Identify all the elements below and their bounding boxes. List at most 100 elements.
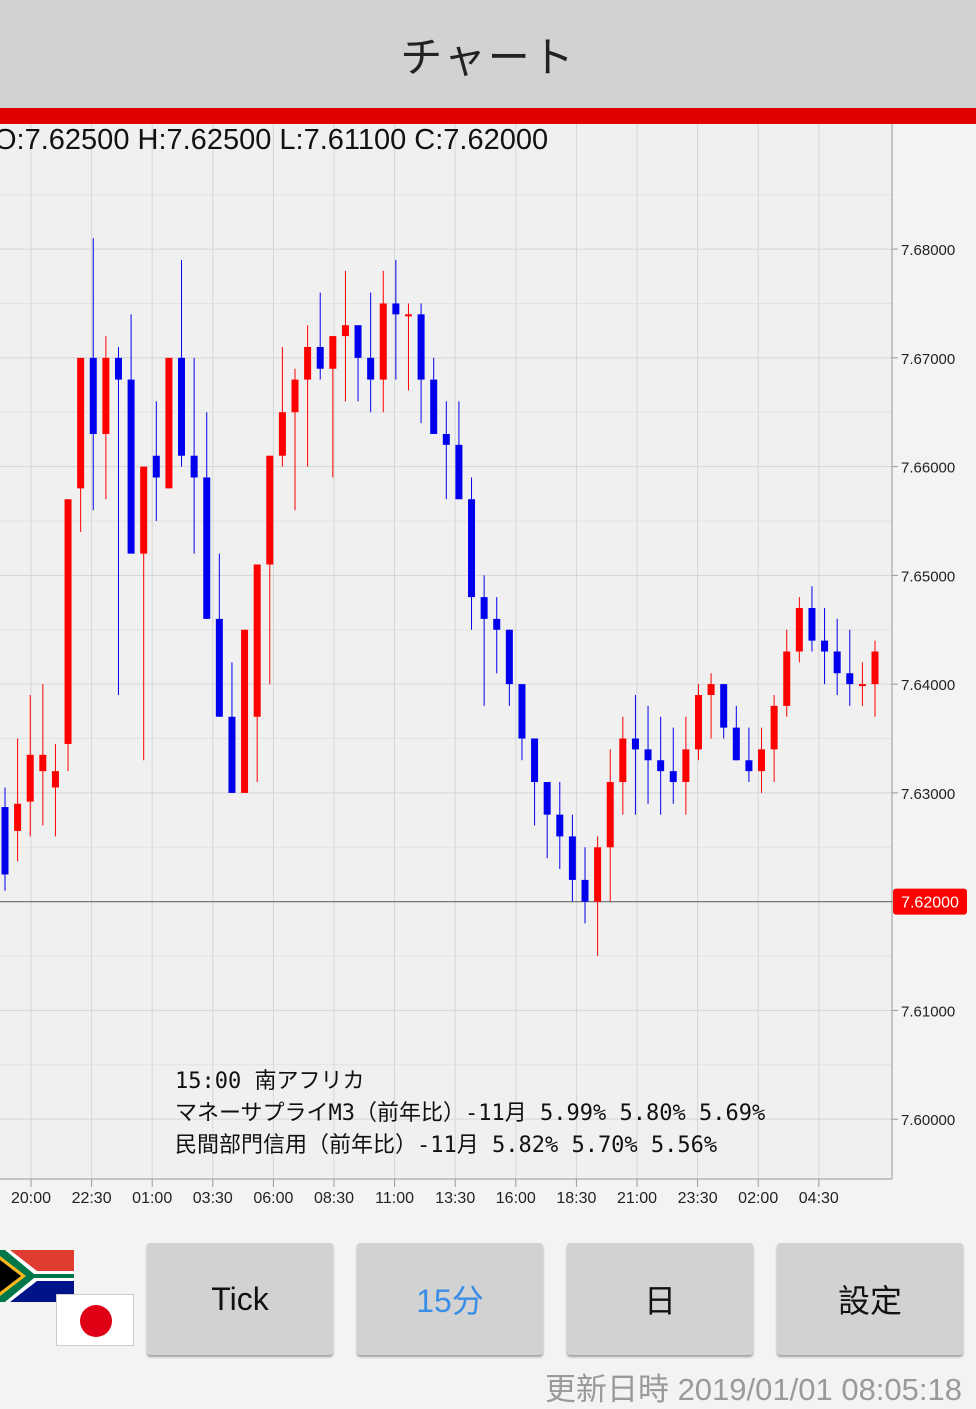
candle-body <box>404 314 412 317</box>
candle-body <box>127 379 135 554</box>
candle-body <box>379 303 387 380</box>
candle-body <box>102 357 110 434</box>
candle-body <box>531 738 539 783</box>
ohlc-readout: O:7.62500 H:7.62500 L:7.61100 C:7.62000 <box>0 124 549 156</box>
candle-body <box>1 807 9 875</box>
candle-body <box>77 357 85 489</box>
candle-body <box>480 597 488 619</box>
y-tick-label: 7.67000 <box>901 351 955 368</box>
candle-body <box>669 771 677 783</box>
candle-body <box>707 684 715 696</box>
y-tick-label: 7.68000 <box>901 242 955 259</box>
candle-body <box>732 727 740 761</box>
y-tick-label: 7.60000 <box>901 1112 955 1129</box>
candle-body <box>278 412 286 456</box>
15min-button[interactable]: 15分 <box>357 1243 543 1355</box>
candle-body <box>468 499 476 598</box>
candle-body <box>89 357 97 434</box>
candle-body <box>291 379 299 413</box>
x-tick-label: 20:00 <box>11 1190 51 1207</box>
candle-body <box>26 754 34 802</box>
candle-body <box>203 477 211 619</box>
x-tick-label: 11:00 <box>375 1190 414 1207</box>
candle-body <box>568 836 576 880</box>
candle-body <box>152 455 160 478</box>
candle-body <box>505 629 513 685</box>
candle-body <box>253 564 261 717</box>
candle-body <box>493 618 501 630</box>
page-title: チャート <box>400 32 576 82</box>
candle-body <box>631 738 639 750</box>
candle-body <box>114 357 122 380</box>
candle-body <box>581 879 589 902</box>
candle-body <box>266 455 274 565</box>
x-tick-label: 16:00 <box>496 1190 536 1207</box>
y-tick-label: 7.65000 <box>901 568 955 585</box>
last-updated: 更新日時 2019/01/01 08:05:18 <box>544 1372 962 1407</box>
candlestick-chart[interactable]: 7.60000 7.61000 7.63000 7.64000 7.65000 7.660… <box>0 124 976 1224</box>
candle-body <box>694 695 702 750</box>
candle-body <box>165 357 173 489</box>
candle-body <box>543 782 551 815</box>
chart-area[interactable]: 7.60000 7.61000 7.63000 7.64000 7.65000 7.660… <box>0 124 976 1224</box>
candle-body <box>770 705 778 750</box>
candle-body <box>594 847 602 902</box>
daily-button[interactable]: 日 <box>567 1243 753 1355</box>
candle-body <box>367 357 375 380</box>
x-tick-label: 01:00 <box>132 1190 172 1207</box>
candle-body <box>417 314 425 380</box>
candle-body <box>455 444 463 500</box>
y-tick-label: 7.61000 <box>901 1003 955 1020</box>
x-tick-label: 04:30 <box>799 1190 839 1207</box>
candle-body <box>190 455 198 478</box>
event-line-1: マネーサプライM3（前年比）-11月 5.99% 5.80% 5.69% <box>175 1101 766 1126</box>
candle-body <box>833 651 841 674</box>
candle-body <box>430 379 438 434</box>
header-bar: チャート <box>0 0 976 108</box>
candle-body <box>619 738 627 783</box>
y-tick-label: 7.63000 <box>901 786 955 803</box>
candle-body <box>657 760 665 772</box>
candle-body <box>178 357 186 456</box>
x-tick-label: 06:00 <box>253 1190 293 1207</box>
x-tick-label: 21:00 <box>617 1190 657 1207</box>
x-tick-label: 08:30 <box>314 1190 354 1207</box>
candle-body <box>241 629 249 793</box>
x-tick-label: 03:30 <box>193 1190 233 1207</box>
tick-button[interactable]: Tick <box>147 1243 333 1355</box>
candle-body <box>518 684 526 739</box>
candle-body <box>51 771 59 788</box>
candle-body <box>795 607 803 652</box>
candle-body <box>606 782 614 848</box>
candle-body <box>783 651 791 706</box>
candle-body <box>215 618 223 717</box>
x-tick-label: 02:00 <box>738 1190 778 1207</box>
candle-body <box>442 433 450 445</box>
candle-body <box>14 803 22 831</box>
candle-body <box>39 754 47 772</box>
event-line-2: 民間部門信用（前年比）-11月 5.82% 5.70% 5.56% <box>175 1133 718 1158</box>
candle-body <box>64 499 72 744</box>
candle-body <box>821 640 829 652</box>
x-tick-label: 22:30 <box>72 1190 112 1207</box>
candle-body <box>858 684 866 687</box>
candle-body <box>392 303 400 315</box>
candle-body <box>341 325 349 337</box>
candle-body <box>228 716 236 793</box>
japan-flag-icon <box>56 1294 134 1346</box>
candle-body <box>556 814 564 837</box>
candle-body <box>871 651 879 685</box>
settings-button[interactable]: 設定 <box>777 1243 963 1355</box>
candle-body <box>304 346 312 380</box>
x-tick-label: 18:30 <box>556 1190 596 1207</box>
candle-body <box>745 760 753 772</box>
y-tick-label: 7.64000 <box>901 677 955 694</box>
candle-body <box>758 749 766 772</box>
candle-body <box>316 346 324 369</box>
candle-body <box>354 325 362 358</box>
accent-bar <box>0 108 976 124</box>
current-price-label: 7.62000 <box>901 895 959 912</box>
x-tick-label: 23:30 <box>678 1190 718 1207</box>
candle-body <box>644 749 652 761</box>
candle-body <box>808 607 816 641</box>
